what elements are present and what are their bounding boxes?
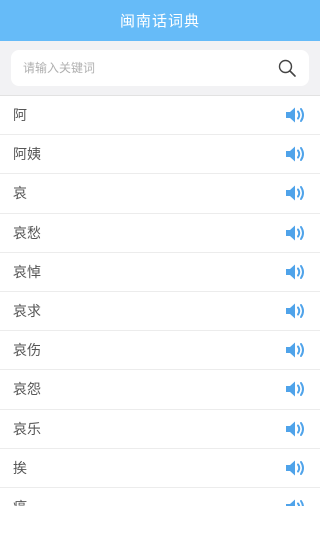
word-row[interactable]: 阿 — [0, 96, 320, 136]
word-label: 阿 — [13, 108, 27, 125]
word-row[interactable]: 挨 — [0, 449, 320, 488]
speaker-icon[interactable] — [284, 340, 308, 360]
footer-area — [0, 506, 320, 550]
speaker-icon[interactable] — [284, 419, 308, 439]
word-row[interactable]: 哀求 — [0, 292, 320, 332]
app-header: 闽南话词典 — [0, 0, 320, 41]
word-label: 哀乐 — [13, 421, 41, 438]
word-label: 哀伤 — [13, 343, 41, 360]
speaker-icon[interactable] — [284, 105, 308, 125]
word-label: 哀求 — [13, 304, 41, 321]
word-label: 哀愁 — [13, 225, 41, 242]
speaker-icon[interactable] — [284, 183, 308, 203]
search-icon[interactable] — [277, 58, 297, 78]
page-title: 闽南话词典 — [119, 12, 200, 30]
word-row[interactable]: 哀乐 — [0, 410, 320, 449]
word-label: 哀 — [13, 186, 27, 203]
word-row[interactable]: 哀悼 — [0, 253, 320, 292]
word-row[interactable]: 阿姨 — [0, 135, 320, 175]
word-label: 挨 — [13, 460, 27, 477]
word-row[interactable]: 哀 — [0, 174, 320, 214]
speaker-icon[interactable] — [284, 497, 308, 506]
word-row[interactable]: 癌 — [0, 488, 320, 506]
word-label: 癌 — [13, 497, 27, 506]
speaker-icon[interactable] — [284, 144, 308, 164]
search-input[interactable] — [23, 61, 277, 75]
word-row[interactable]: 哀怨 — [0, 370, 320, 410]
word-row[interactable]: 哀伤 — [0, 331, 320, 371]
speaker-icon[interactable] — [284, 379, 308, 399]
speaker-icon[interactable] — [284, 223, 308, 243]
word-label: 阿姨 — [13, 147, 41, 164]
search-box[interactable] — [11, 50, 309, 86]
search-bar — [0, 41, 320, 96]
word-row[interactable]: 哀愁 — [0, 214, 320, 253]
word-label: 哀怨 — [13, 382, 41, 399]
speaker-icon[interactable] — [284, 301, 308, 321]
word-label: 哀悼 — [13, 264, 41, 281]
speaker-icon[interactable] — [284, 262, 308, 282]
word-list: 阿阿姨哀哀愁哀悼哀求哀伤哀怨哀乐挨癌 — [0, 96, 320, 506]
speaker-icon[interactable] — [284, 458, 308, 478]
